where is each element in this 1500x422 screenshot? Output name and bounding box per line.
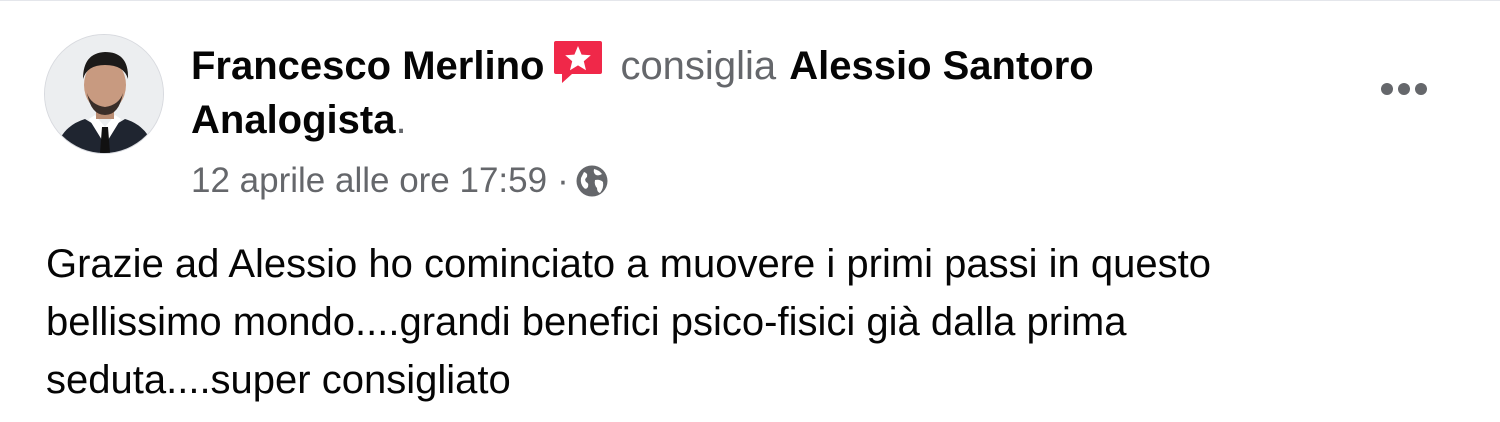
more-options-icon (1381, 83, 1427, 95)
post-card: Francesco Merlino consiglia Alessio Sant… (0, 0, 1500, 422)
avatar[interactable] (44, 34, 164, 154)
more-options-button[interactable] (1372, 71, 1436, 107)
globe-icon[interactable] (575, 164, 609, 198)
post-body: Grazie ad Alessio ho cominciato a muover… (46, 242, 1211, 402)
meta-separator: · (557, 161, 569, 200)
author-name[interactable]: Francesco Merlino (191, 44, 544, 88)
profile-photo (45, 35, 163, 153)
post-meta: 12 aprile alle ore 17:59 · (191, 159, 609, 203)
end-punctuation: . (395, 98, 407, 142)
recommend-verb: consiglia (620, 44, 777, 88)
recommend-star-icon (552, 39, 604, 85)
post-header: Francesco Merlino consiglia Alessio Sant… (191, 39, 1311, 147)
post-timestamp[interactable]: 12 aprile alle ore 17:59 (191, 161, 547, 200)
